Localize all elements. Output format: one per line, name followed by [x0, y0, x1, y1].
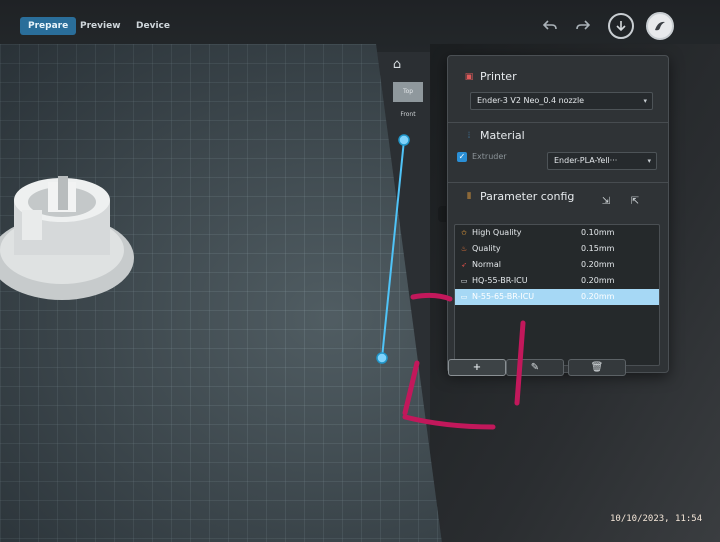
printer-section-title: ▣ Printer: [464, 70, 517, 83]
slider-bottom-handle: [376, 352, 388, 364]
tab-prepare[interactable]: Prepare: [20, 17, 77, 35]
parameter-config-section-title: ⫴ Parameter config: [464, 190, 574, 203]
undo-icon[interactable]: [540, 16, 560, 36]
download-icon[interactable]: [608, 13, 634, 39]
extruder-label: Extruder: [472, 152, 507, 161]
tab-preview[interactable]: Preview: [72, 17, 129, 35]
export-icon[interactable]: ⇱: [628, 195, 642, 209]
list-item[interactable]: ♨ Quality 0.15mm: [455, 241, 659, 257]
redo-icon[interactable]: [573, 16, 593, 36]
material-section-title: ⦙ Material: [464, 129, 525, 142]
view-front-button[interactable]: Front: [393, 105, 423, 125]
divider: [448, 122, 668, 123]
list-item[interactable]: ✩ High Quality 0.10mm: [455, 225, 659, 241]
parameter-icon: ⫴: [467, 191, 471, 202]
avatar-icon[interactable]: [646, 12, 674, 40]
photo-timestamp: 10/10/2023, 11:54: [610, 514, 703, 524]
list-item[interactable]: ➶ Normal 0.20mm: [455, 257, 659, 273]
delete-button[interactable]: 🗑: [568, 359, 626, 376]
chevron-down-icon: ▾: [647, 157, 651, 165]
view-top-button[interactable]: Top: [393, 82, 423, 102]
panel-collapse-handle[interactable]: [438, 206, 446, 222]
model-3d[interactable]: [0, 170, 140, 320]
flame-icon: ♨: [460, 245, 468, 253]
material-select[interactable]: Ender-PLA-Yell··· ▾: [547, 152, 657, 170]
printer-select[interactable]: Ender-3 V2 Neo_0.4 nozzle ▾: [470, 92, 653, 110]
tab-device[interactable]: Device: [128, 17, 178, 35]
star-icon: ✩: [461, 229, 467, 237]
extruder-checkbox[interactable]: ✓: [457, 152, 467, 162]
annotation-strokes: [402, 292, 526, 430]
home-icon[interactable]: ⌂: [388, 57, 406, 73]
material-icon: ⦙: [467, 130, 471, 141]
slider-top-handle: [398, 134, 410, 146]
chevron-down-icon: ▾: [643, 97, 647, 105]
printer-icon: ▣: [464, 71, 474, 82]
rocket-icon: ➶: [461, 261, 467, 269]
divider: [448, 182, 668, 183]
import-icon[interactable]: ⇲: [599, 195, 613, 209]
